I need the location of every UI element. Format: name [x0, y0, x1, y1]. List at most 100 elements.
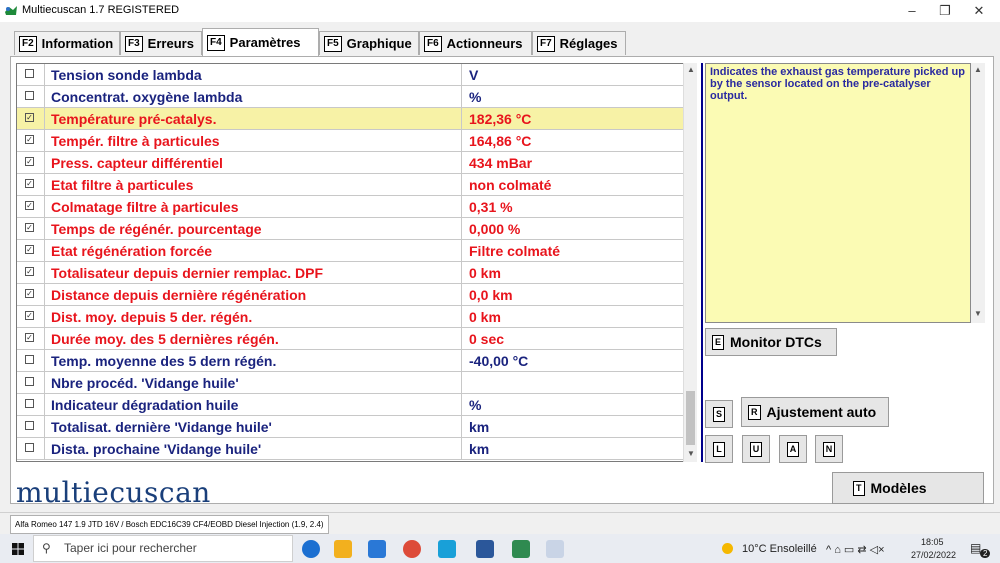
parameter-checkbox[interactable]	[25, 443, 34, 452]
parameter-row[interactable]: ✓ Durée moy. des 5 dernières régén. 0 sec	[17, 328, 683, 350]
parameter-value: 0,31 %	[469, 199, 513, 215]
parameter-checkbox[interactable]	[25, 91, 34, 100]
taskbar-search-input[interactable]: Taper ici pour rechercher	[33, 535, 293, 562]
parameter-checkbox[interactable]: ✓	[25, 311, 34, 320]
parameter-row[interactable]: ✓ Etat régénération forcée Filtre colmaté	[17, 240, 683, 262]
word-icon[interactable]	[476, 540, 494, 558]
parameter-checkbox[interactable]: ✓	[25, 135, 34, 144]
store-icon[interactable]	[438, 540, 456, 558]
restore-button[interactable]: ❐	[930, 0, 960, 22]
app-icon	[5, 6, 17, 15]
tab-erreurs[interactable]: F3 Erreurs	[120, 31, 202, 55]
parameter-checkbox[interactable]	[25, 69, 34, 78]
column-separator	[44, 438, 45, 460]
clock-date[interactable]: 27/02/2022	[911, 550, 956, 560]
modeles-button[interactable]: T Modèles	[832, 472, 984, 504]
tab-parametres[interactable]: F4 Paramètres	[202, 28, 319, 56]
system-tray-icons[interactable]: ^ ⌂ ▭ ⇄ ◁×	[826, 543, 885, 556]
s-button[interactable]: S	[705, 400, 733, 428]
parameter-value: 0,0 km	[469, 287, 513, 303]
column-separator	[461, 438, 462, 460]
parameter-name: Temps de régénér. pourcentage	[51, 221, 262, 237]
monitor-dtcs-button[interactable]: E Monitor DTCs	[705, 328, 837, 356]
parameter-checkbox[interactable]: ✓	[25, 157, 34, 166]
scroll-thumb[interactable]	[686, 391, 695, 445]
title-bar: Multiecuscan 1.7 REGISTERED – ❐ ✕	[0, 0, 1000, 22]
parameter-row[interactable]: Dista. prochaine 'Vidange huile' km	[17, 438, 683, 460]
n-button[interactable]: N	[815, 435, 843, 463]
column-separator	[461, 306, 462, 328]
parameter-row[interactable]: ✓ Temps de régénér. pourcentage 0,000 %	[17, 218, 683, 240]
parameter-row[interactable]: Indicateur dégradation huile%	[17, 394, 683, 416]
file-explorer-icon[interactable]	[334, 540, 352, 558]
tab-reglages[interactable]: F7 Réglages	[532, 31, 626, 55]
column-separator	[461, 328, 462, 350]
parameter-row[interactable]: ✓ Distance depuis dernière régénération 0,…	[17, 284, 683, 306]
parameter-row[interactable]: Tension sonde lambda V	[17, 64, 683, 86]
clock-time[interactable]: 18:05	[921, 537, 944, 547]
parameter-value: 164,86 °C	[469, 133, 532, 149]
tab-actionneurs[interactable]: F6 Actionneurs	[419, 31, 532, 55]
weather-text[interactable]: 10°C Ensoleillé	[742, 543, 817, 555]
ajustement-auto-button[interactable]: R Ajustement auto	[741, 397, 889, 427]
parameter-checkbox[interactable]: ✓	[25, 179, 34, 188]
parameter-checkbox[interactable]: ✓	[25, 113, 34, 122]
scroll-down-arrow-icon[interactable]: ▼	[974, 309, 982, 318]
parameter-checkbox[interactable]: ✓	[25, 223, 34, 232]
parameter-row[interactable]: ✓ Etat filtre à particules non colmaté	[17, 174, 683, 196]
weather-sun-icon[interactable]	[722, 543, 733, 554]
tab-information[interactable]: F2 Information	[14, 31, 120, 55]
parameter-checkbox[interactable]: ✓	[25, 333, 34, 342]
column-separator	[44, 130, 45, 152]
parameter-checkbox[interactable]: ✓	[25, 245, 34, 254]
tab-graphique[interactable]: F5 Graphique	[319, 31, 419, 55]
a-button[interactable]: A	[779, 435, 807, 463]
multiecuscan-logo: multiecuscan	[16, 476, 211, 509]
parameter-value: V	[469, 67, 479, 83]
parameter-name: Distance depuis dernière régénération	[51, 287, 307, 303]
status-bar: Alfa Romeo 147 1.9 JTD 16V / Bosch EDC16…	[0, 512, 1000, 535]
column-separator	[461, 240, 462, 262]
column-separator	[44, 218, 45, 240]
button-label: Monitor DTCs	[730, 334, 822, 350]
parameter-value: 0 km	[469, 309, 501, 325]
parameter-row[interactable]: Totalisat. dernière 'Vidange huile' km	[17, 416, 683, 438]
grid-scrollbar[interactable]: ▲ ▼	[683, 63, 697, 462]
parameter-checkbox[interactable]	[25, 399, 34, 408]
paint-icon[interactable]	[546, 540, 564, 558]
column-separator	[44, 196, 45, 218]
column-separator	[461, 372, 462, 394]
tab-label: Paramètres	[229, 35, 301, 50]
parameter-checkbox[interactable]	[25, 355, 34, 364]
parameter-row[interactable]: Temp. moyenne des 5 dern régén. -40,00 °C	[17, 350, 683, 372]
parameter-row[interactable]: Nbre procéd. 'Vidange huile'	[17, 372, 683, 394]
description-scrollbar[interactable]: ▲ ▼	[971, 63, 985, 323]
parameter-value: 0 sec	[469, 331, 505, 347]
parameter-row[interactable]: ✓ Température pré-catalys. 182,36 °C	[17, 108, 683, 130]
parameter-checkbox[interactable]: ✓	[25, 201, 34, 210]
parameter-checkbox[interactable]	[25, 377, 34, 386]
scroll-up-arrow-icon[interactable]: ▲	[974, 65, 982, 74]
close-button[interactable]: ✕	[964, 0, 994, 22]
mail-icon[interactable]	[368, 540, 386, 558]
scroll-down-arrow-icon[interactable]: ▼	[687, 449, 695, 458]
parameter-row[interactable]: ✓ Tempér. filtre à particules 164,86 °C	[17, 130, 683, 152]
parameter-row[interactable]: ✓ Colmatage filtre à particules 0,31 %	[17, 196, 683, 218]
l-button[interactable]: L	[705, 435, 733, 463]
chrome-icon[interactable]	[403, 540, 421, 558]
parameter-checkbox[interactable]: ✓	[25, 267, 34, 276]
parameter-row[interactable]: ✓ Dist. moy. depuis 5 der. régén. 0 km	[17, 306, 683, 328]
column-separator	[461, 86, 462, 108]
u-button[interactable]: U	[742, 435, 770, 463]
parameter-row[interactable]: Concentrat. oxygène lambda%	[17, 86, 683, 108]
edge-icon[interactable]	[302, 540, 320, 558]
multiecuscan-taskbar-icon[interactable]	[512, 540, 530, 558]
parameter-checkbox[interactable]: ✓	[25, 289, 34, 298]
parameter-checkbox[interactable]	[25, 421, 34, 430]
minimize-button[interactable]: –	[897, 0, 927, 22]
parameter-row[interactable]: ✓ Totalisateur depuis dernier remplac. DP…	[17, 262, 683, 284]
windows-start-icon[interactable]	[12, 543, 24, 555]
parameter-row[interactable]: ✓ Press. capteur différentiel 434 mBar	[17, 152, 683, 174]
scroll-up-arrow-icon[interactable]: ▲	[687, 65, 695, 74]
column-separator	[461, 218, 462, 240]
